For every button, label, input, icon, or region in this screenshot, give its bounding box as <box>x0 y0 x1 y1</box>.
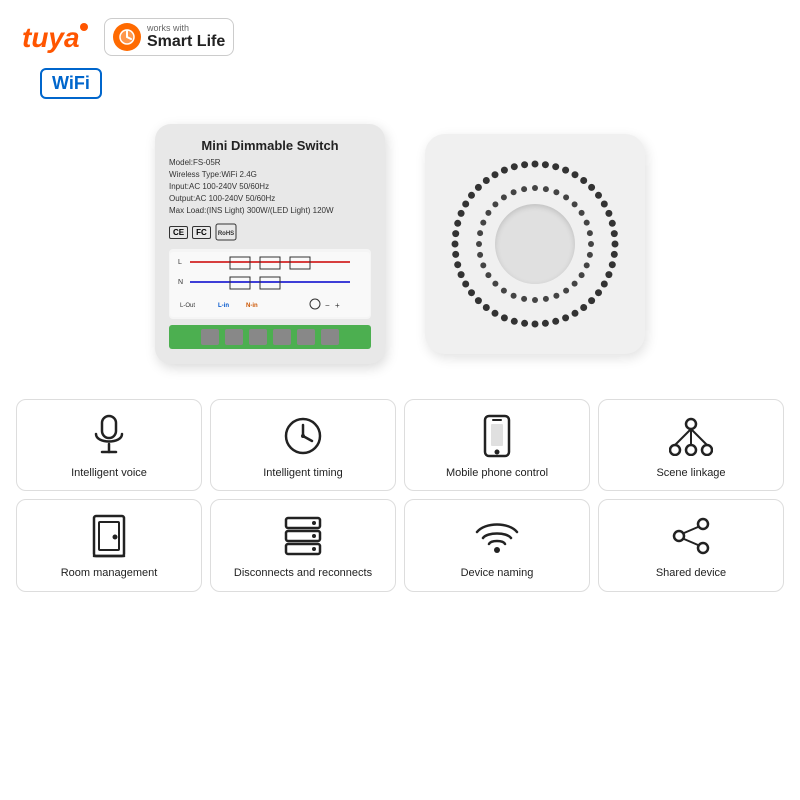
feature-box-device-naming: Device naming <box>404 499 590 591</box>
terminal-3 <box>249 329 267 345</box>
smart-life-label: Smart Life <box>147 33 225 51</box>
svg-text:L-in: L-in <box>218 303 229 309</box>
terminal-6 <box>321 329 339 345</box>
wifi-badge: WiFi <box>40 68 102 99</box>
rohs-icon: RoHS <box>215 223 237 241</box>
switch-specs: Model:FS-05R Wireless Type:WiFi 2.4G Inp… <box>169 157 371 217</box>
scene-linkage-icon <box>669 414 713 458</box>
switch-device: Mini Dimmable Switch Model:FS-05R Wirele… <box>155 124 385 364</box>
svg-text:L: L <box>178 259 182 266</box>
wifi-label: WiFi <box>52 73 90 93</box>
shared-device-label: Shared device <box>656 566 726 580</box>
features-grid: Intelligent voice Intelligent timing Mobil… <box>0 399 800 608</box>
disconnects-reconnects-label: Disconnects and reconnects <box>234 566 372 580</box>
feature-box-shared-device: Shared device <box>598 499 784 591</box>
speaker-outer: // draw dots in a ring <box>440 149 630 339</box>
smartlife-badge: works with Smart Life <box>104 18 234 56</box>
feature-box-room-management: Room management <box>16 499 202 591</box>
svg-text:L-Out: L-Out <box>180 303 195 309</box>
device-naming-icon <box>475 514 519 558</box>
intelligent-voice-label: Intelligent voice <box>71 466 147 480</box>
feature-box-scene-linkage: Scene linkage <box>598 399 784 491</box>
intelligent-timing-label: Intelligent timing <box>263 466 343 480</box>
ce-badge: CE <box>169 226 188 239</box>
smartlife-icon <box>113 23 141 51</box>
feature-box-intelligent-timing: Intelligent timing <box>210 399 396 491</box>
device-naming-label: Device naming <box>461 566 534 580</box>
svg-text:RoHS: RoHS <box>218 231 234 237</box>
scene-linkage-label: Scene linkage <box>656 466 725 480</box>
shared-device-icon <box>669 514 713 558</box>
room-management-icon <box>87 514 131 558</box>
speaker-center <box>495 204 575 284</box>
intelligent-timing-icon <box>281 414 325 458</box>
terminal-block <box>169 325 371 349</box>
svg-text:−: − <box>325 301 330 310</box>
mobile-phone-control-icon <box>475 414 519 458</box>
svg-text:N-in: N-in <box>246 303 258 309</box>
works-with-label: works with <box>147 23 225 33</box>
svg-text:tuya: tuya <box>22 22 80 53</box>
terminal-1 <box>201 329 219 345</box>
mobile-phone-control-label: Mobile phone control <box>446 466 548 480</box>
header: tuya works with Smart Life <box>0 0 800 64</box>
smartlife-text: works with Smart Life <box>147 23 225 51</box>
feature-box-mobile-phone-control: Mobile phone control <box>404 399 590 491</box>
cert-row: CE FC RoHS <box>169 223 371 241</box>
tuya-logo: tuya <box>20 19 90 55</box>
switch-title: Mini Dimmable Switch <box>169 138 371 153</box>
feature-box-disconnects-reconnects: Disconnects and reconnects <box>210 499 396 591</box>
svg-text:+: + <box>335 301 340 310</box>
terminal-4 <box>273 329 291 345</box>
intelligent-voice-icon <box>87 414 131 458</box>
fc-badge: FC <box>192 226 211 239</box>
wifi-section: WiFi <box>0 64 800 99</box>
room-management-label: Room management <box>61 566 158 580</box>
wiring-svg: L N L-Out L-in N-in <box>170 252 370 317</box>
wiring-diagram: L N L-Out L-in N-in <box>169 249 371 319</box>
product-area: Mini Dimmable Switch Model:FS-05R Wirele… <box>0 99 800 399</box>
svg-text:N: N <box>178 279 183 286</box>
disconnects-reconnects-icon <box>281 514 325 558</box>
round-device: // draw dots in a ring <box>425 134 645 354</box>
terminal-5 <box>297 329 315 345</box>
terminal-2 <box>225 329 243 345</box>
feature-box-intelligent-voice: Intelligent voice <box>16 399 202 491</box>
